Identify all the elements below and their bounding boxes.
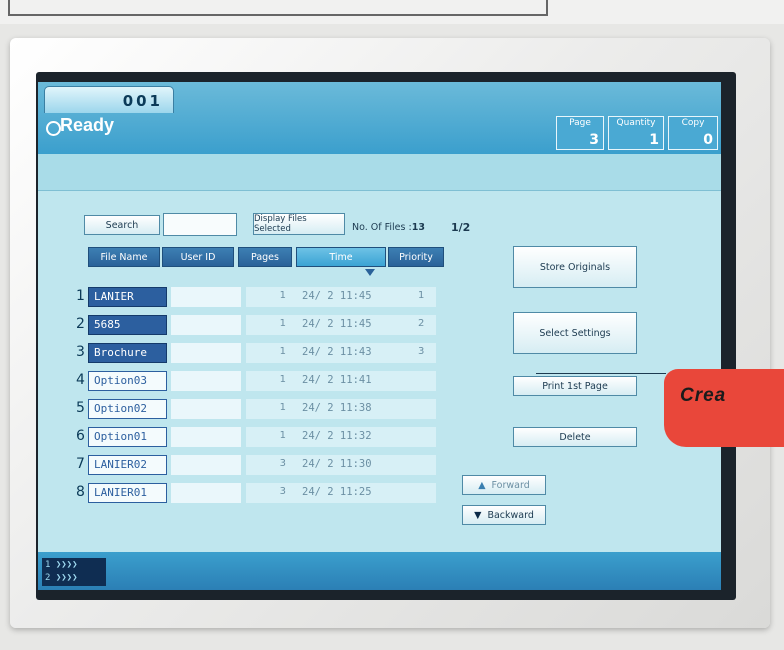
quantity-counter: Quantity 1 [608,116,664,150]
queue-line-1: 1 ❯❯❯❯ [45,560,78,570]
priority-cell: 2 [418,318,425,329]
page-counter-label: Page [569,118,591,128]
callout-text: Crea [680,385,727,406]
file-row[interactable]: 4 Option03 1 24/ 2 11:41 [76,369,436,393]
user-id-cell [171,287,241,307]
callout-badge: Crea [664,369,784,447]
files-count-value: 13 [411,222,425,233]
time-cell: 24/ 2 11:45 [302,290,372,302]
user-id-cell [171,315,241,335]
print-first-page-button[interactable]: Print 1st Page [513,376,637,396]
time-cell: 24/ 2 11:25 [302,486,372,498]
status-text: Ready [60,115,115,135]
copy-counter-label: Copy [681,118,705,128]
file-row[interactable]: 5 Option02 1 24/ 2 11:38 [76,397,436,421]
user-id-cell [171,371,241,391]
time-cell: 24/ 2 11:32 [302,430,372,442]
top-strip [0,0,784,24]
file-name-button[interactable]: Brochure [88,343,167,363]
file-name-button[interactable]: LANIER01 [88,483,167,503]
display-files-selected-button[interactable]: Display Files Selected [253,213,345,235]
message-bar [38,154,721,191]
file-name-button[interactable]: Option01 [88,427,167,447]
callout-line [536,373,666,374]
queue-line-2: 2 ❯❯❯❯ [45,573,78,583]
down-triangle-icon: ▼ [474,509,482,521]
pages-cell: 1 [279,430,286,441]
quantity-counter-label: Quantity [616,118,656,128]
delete-button[interactable]: Delete [513,427,637,447]
top-frame [8,0,548,16]
pages-cell: 1 [279,374,286,385]
ready-icon [46,121,61,136]
touch-screen: 001 Ready Page 3 Quantity 1 Copy 0 Searc… [38,82,721,590]
file-row[interactable]: 6 Option01 1 24/ 2 11:32 [76,425,436,449]
files-count-text: No. Of Files : [352,222,412,233]
search-input[interactable] [163,213,237,236]
sort-down-icon [365,269,375,276]
row-number: 4 [76,372,85,388]
copy-counter-value: 0 [703,132,713,148]
time-cell: 24/ 2 11:38 [302,402,372,414]
file-row[interactable]: 2 5685 1 24/ 2 11:45 2 [76,313,436,337]
time-cell: 24/ 2 11:30 [302,458,372,470]
files-count-label: No. Of Files :13 [352,222,425,233]
column-pages[interactable]: Pages [238,247,292,267]
row-number: 1 [76,288,85,304]
time-cell: 24/ 2 11:41 [302,374,372,386]
file-name-button[interactable]: LANIER02 [88,455,167,475]
time-cell: 24/ 2 11:43 [302,346,372,358]
pages-cell: 1 [279,402,286,413]
pages-cell: 1 [279,346,286,357]
user-id-cell [171,399,241,419]
forward-button[interactable]: ▲ Forward [462,475,546,495]
backward-button[interactable]: ▼ Backward [462,505,546,525]
pages-cell: 1 [279,290,286,301]
column-user-id[interactable]: User ID [162,247,234,267]
pages-cell: 3 [279,486,286,497]
user-id-cell [171,483,241,503]
job-queue-icon[interactable]: 1 ❯❯❯❯ 2 ❯❯❯❯ [42,558,106,586]
backward-label: Backward [487,509,534,521]
file-name-button[interactable]: LANIER [88,287,167,307]
quantity-counter-value: 1 [649,132,659,148]
page-counter: Page 3 [556,116,604,150]
file-name-button[interactable]: Option02 [88,399,167,419]
row-number: 3 [76,344,85,360]
file-name-button[interactable]: Option03 [88,371,167,391]
row-number: 2 [76,316,85,332]
job-tab[interactable]: 001 [44,86,174,113]
pages-cell: 3 [279,458,286,469]
column-time[interactable]: Time [296,247,386,267]
up-triangle-icon: ▲ [478,479,486,491]
copy-counter: Copy 0 [668,116,718,150]
time-cell: 24/ 2 11:45 [302,318,372,330]
user-id-cell [171,455,241,475]
job-number: 001 [122,92,163,110]
column-file-name[interactable]: File Name [88,247,160,267]
priority-cell: 1 [418,290,425,301]
page-counter-value: 3 [589,132,599,148]
row-number: 6 [76,428,85,444]
pages-cell: 1 [279,318,286,329]
forward-label: Forward [491,479,530,491]
file-row[interactable]: 7 LANIER02 3 24/ 2 11:30 [76,453,436,477]
file-row[interactable]: 3 Brochure 1 24/ 2 11:43 3 [76,341,436,365]
row-number: 7 [76,456,85,472]
file-name-button[interactable]: 5685 [88,315,167,335]
row-number: 8 [76,484,85,500]
user-id-cell [171,343,241,363]
status-bar: 001 Ready Page 3 Quantity 1 Copy 0 [38,82,721,154]
page-indicator: 1/2 [451,221,471,234]
select-settings-button[interactable]: Select Settings [513,312,637,354]
bottom-bar: 1 ❯❯❯❯ 2 ❯❯❯❯ [38,552,721,590]
row-number: 5 [76,400,85,416]
store-originals-button[interactable]: Store Originals [513,246,637,288]
file-row[interactable]: 8 LANIER01 3 24/ 2 11:25 [76,481,436,505]
search-button[interactable]: Search [84,215,160,235]
file-row[interactable]: 1 LANIER 1 24/ 2 11:45 1 [76,285,436,309]
column-priority[interactable]: Priority [388,247,444,267]
user-id-cell [171,427,241,447]
priority-cell: 3 [418,346,425,357]
